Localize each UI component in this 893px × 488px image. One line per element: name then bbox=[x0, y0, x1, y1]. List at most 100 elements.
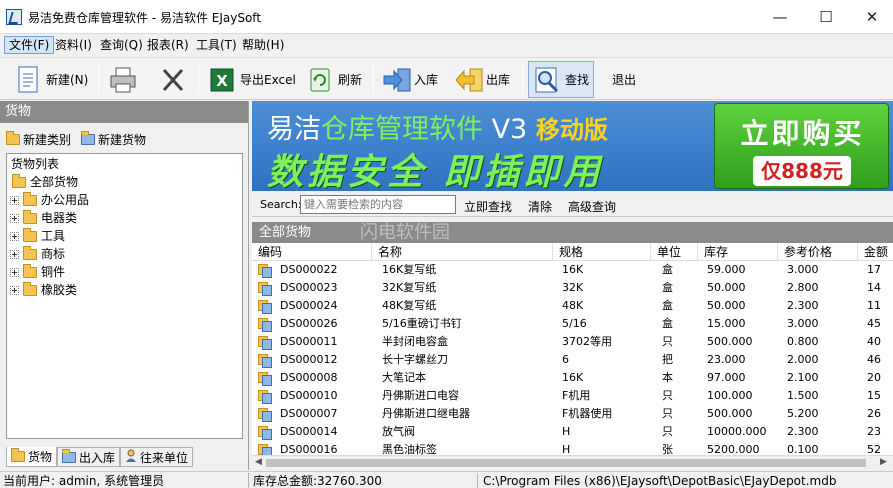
cell-unit: 把 bbox=[662, 353, 673, 366]
cell-spec: 32K bbox=[562, 281, 584, 294]
horizontal-scrollbar[interactable]: ◀ ▶ bbox=[252, 455, 893, 469]
menu-data[interactable]: 资料(I) bbox=[51, 36, 96, 54]
goods-table[interactable]: 编码 名称 规格 单位 库存 参考价格 金额 DS000022 16K复写纸 16K… bbox=[252, 243, 893, 455]
column-header-code[interactable]: 编码 bbox=[252, 243, 372, 261]
search-label: Search: bbox=[260, 198, 302, 211]
new-button[interactable]: 新建(N) bbox=[10, 61, 92, 98]
maximize-button[interactable]: ☐ bbox=[803, 0, 849, 34]
refresh-button[interactable]: 刷新 bbox=[302, 61, 366, 98]
goods-icon bbox=[81, 131, 96, 145]
expand-icon[interactable] bbox=[10, 249, 19, 259]
tree-item-category[interactable]: 商标 bbox=[10, 245, 65, 263]
minimize-button[interactable]: — bbox=[757, 0, 803, 34]
close-button[interactable]: ✕ bbox=[849, 0, 893, 34]
menu-help[interactable]: 帮助(H) bbox=[238, 36, 288, 54]
tree-item-category[interactable]: 工具 bbox=[10, 227, 65, 245]
folder-icon bbox=[23, 245, 37, 260]
tab-partners[interactable]: 往来单位 bbox=[120, 447, 194, 467]
goods-item-icon bbox=[258, 372, 272, 386]
column-header-stock[interactable]: 库存 bbox=[698, 243, 778, 261]
clear-button[interactable]: 清除 bbox=[528, 198, 552, 215]
table-row[interactable]: DS000014 放气阀 H 只 10000.000 2.300 23 bbox=[252, 423, 893, 441]
printer-icon bbox=[108, 65, 136, 95]
tree-item-category[interactable]: 办公用品 bbox=[10, 191, 89, 209]
print-button[interactable] bbox=[104, 61, 140, 98]
cell-price: 2.300 bbox=[787, 425, 819, 438]
table-row[interactable]: DS000008 大笔记本 16K 本 97.000 2.100 20 bbox=[252, 369, 893, 387]
expand-icon[interactable] bbox=[10, 213, 19, 223]
banner-headline: 易洁仓库管理软件 V3 移动版 bbox=[267, 107, 608, 146]
find-button[interactable]: 查找 bbox=[528, 61, 595, 98]
new-category-button[interactable]: 新建类别 bbox=[6, 131, 71, 148]
cell-name: 黑色油标签 bbox=[382, 443, 437, 455]
goods-item-icon bbox=[258, 336, 272, 350]
table-row[interactable]: DS000026 5/16重磅订书钉 5/16 盒 15.000 3.000 45 bbox=[252, 315, 893, 333]
expand-icon[interactable] bbox=[10, 267, 19, 277]
scroll-left-icon[interactable]: ◀ bbox=[255, 457, 262, 467]
cell-amount: 20 bbox=[867, 371, 881, 384]
tree-item-category[interactable]: 橡胶类 bbox=[10, 281, 77, 299]
expand-icon[interactable] bbox=[10, 231, 19, 241]
cell-unit: 盒 bbox=[662, 263, 673, 276]
expand-icon[interactable] bbox=[10, 195, 19, 205]
menu-tools[interactable]: 工具(T) bbox=[192, 36, 241, 54]
expand-icon[interactable] bbox=[10, 285, 19, 295]
table-row[interactable]: DS000024 48K复写纸 48K 盒 50.000 2.300 11 bbox=[252, 297, 893, 315]
stock-out-button[interactable]: 出库 bbox=[450, 61, 514, 98]
search-input[interactable] bbox=[300, 195, 456, 214]
stock-in-button[interactable]: 入库 bbox=[378, 61, 442, 98]
scroll-thumb[interactable] bbox=[266, 459, 866, 467]
cell-code: DS000014 bbox=[280, 425, 338, 438]
tree-title-label: 货物列表 bbox=[11, 157, 60, 171]
tree-item-category[interactable]: 铜件 bbox=[10, 263, 65, 281]
promo-banner[interactable]: 易洁仓库管理软件 V3 移动版 数据安全 即插即用 立即购买 仅888元 bbox=[252, 101, 893, 191]
menu-query[interactable]: 查询(Q) bbox=[96, 36, 147, 54]
tree-item-label: 电器类 bbox=[41, 211, 78, 225]
tree-item-category[interactable]: 电器类 bbox=[10, 209, 77, 227]
menu-file[interactable]: 文件(F) bbox=[4, 36, 55, 54]
scroll-right-icon[interactable]: ▶ bbox=[880, 457, 887, 467]
table-row[interactable]: DS000022 16K复写纸 16K 盒 59.000 3.000 17 bbox=[252, 261, 893, 279]
new-document-icon bbox=[14, 65, 42, 95]
column-header-unit[interactable]: 单位 bbox=[651, 243, 698, 261]
toolbar-separator bbox=[373, 64, 374, 94]
magnifier-icon bbox=[533, 65, 561, 95]
tree-root-all-goods[interactable]: 全部货物 bbox=[12, 173, 78, 191]
exit-button[interactable]: 退出 bbox=[608, 61, 640, 98]
cell-stock: 5200.000 bbox=[707, 443, 760, 455]
column-header-spec[interactable]: 规格 bbox=[553, 243, 651, 261]
export-excel-button[interactable]: X 导出Excel bbox=[204, 61, 300, 98]
table-row[interactable]: DS000010 丹佛斯进口电容 F机用 只 100.000 1.500 15 bbox=[252, 387, 893, 405]
buy-now-button[interactable]: 立即购买 仅888元 bbox=[714, 103, 889, 189]
column-header-amount[interactable]: 金额 bbox=[858, 243, 893, 261]
goods-item-icon bbox=[258, 390, 272, 404]
delete-button[interactable] bbox=[155, 61, 191, 98]
advanced-query-button[interactable]: 高级查询 bbox=[568, 198, 616, 215]
goods-item-icon bbox=[258, 426, 272, 440]
person-icon bbox=[125, 449, 137, 465]
tab-stock-io[interactable]: 出入库 bbox=[57, 447, 121, 467]
cell-name: 半封闭电容盒 bbox=[382, 335, 448, 348]
search-now-button[interactable]: 立即查找 bbox=[464, 198, 512, 215]
tab-goods[interactable]: 货物 bbox=[6, 447, 58, 467]
table-row[interactable]: DS000007 丹佛斯进口继电器 F机器使用 只 500.000 5.200 26 bbox=[252, 405, 893, 423]
goods-tree[interactable]: 货物列表 全部货物 办公用品 电器类 工具 商标 铜件 橡胶类 bbox=[6, 153, 243, 439]
cell-stock: 97.000 bbox=[707, 371, 746, 384]
table-row[interactable]: DS000012 长十字螺丝刀 6 把 23.000 2.000 46 bbox=[252, 351, 893, 369]
cell-unit: 盒 bbox=[662, 299, 673, 312]
menu-report[interactable]: 报表(R) bbox=[143, 36, 193, 54]
cell-name: 放气阀 bbox=[382, 425, 415, 438]
table-row[interactable]: DS000011 半封闭电容盒 3702等用 只 500.000 0.800 40 bbox=[252, 333, 893, 351]
cell-price: 2.300 bbox=[787, 299, 819, 312]
table-row[interactable]: DS000016 黑色油标签 H 张 5200.000 0.100 52 bbox=[252, 441, 893, 455]
menu-bar: 文件(F) 资料(I) 查询(Q) 报表(R) 工具(T) 帮助(H) bbox=[0, 34, 893, 56]
column-header-price[interactable]: 参考价格 bbox=[778, 243, 858, 261]
cell-price: 2.000 bbox=[787, 353, 819, 366]
tab-goods-label: 货物 bbox=[28, 450, 53, 464]
table-row[interactable]: DS000023 32K复写纸 32K 盒 50.000 2.800 14 bbox=[252, 279, 893, 297]
cell-code: DS000022 bbox=[280, 263, 338, 276]
new-goods-label: 新建货物 bbox=[98, 133, 147, 147]
cell-code: DS000026 bbox=[280, 317, 338, 330]
column-header-name[interactable]: 名称 bbox=[372, 243, 553, 261]
new-goods-button[interactable]: 新建货物 bbox=[81, 131, 146, 148]
